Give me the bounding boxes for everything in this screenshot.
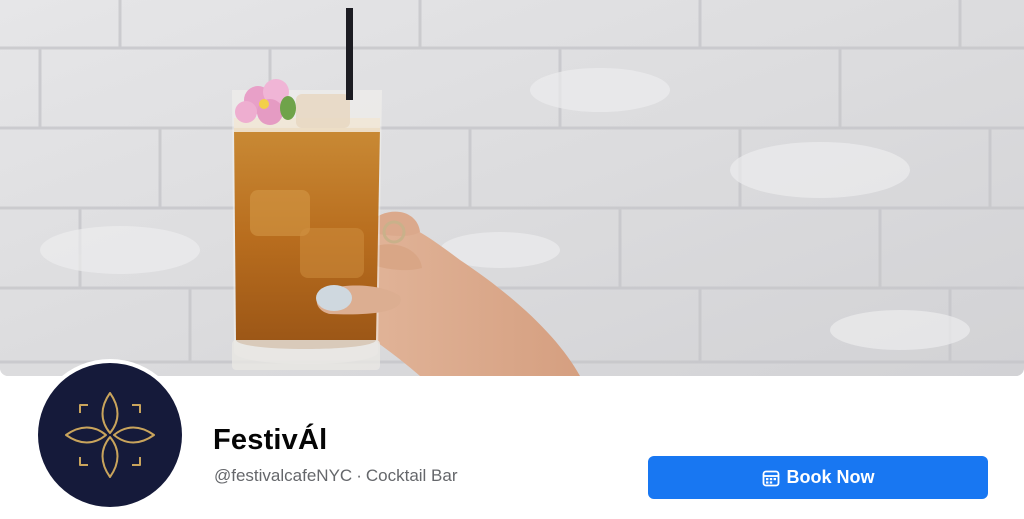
calendar-icon: [762, 469, 780, 487]
page-subtitle: @festivalcafeNYC · Cocktail Bar: [214, 466, 458, 486]
book-now-label: Book Now: [786, 467, 875, 487]
page-username[interactable]: @festivalcafeNYC: [214, 466, 352, 485]
gold-diamond-logo-icon: [65, 392, 155, 478]
book-now-button[interactable]: Book Now: [648, 456, 988, 499]
avatar[interactable]: [38, 363, 182, 507]
page-title[interactable]: FestivÁl: [213, 424, 327, 457]
meta-separator: ·: [356, 466, 362, 485]
cover-image: [0, 0, 1024, 376]
page-category[interactable]: Cocktail Bar: [366, 466, 458, 485]
cover-photo[interactable]: [0, 0, 1024, 376]
